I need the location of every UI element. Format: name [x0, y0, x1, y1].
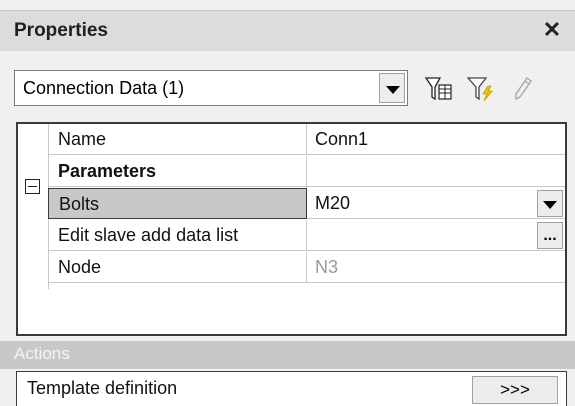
grid-gutter — [18, 124, 49, 289]
property-label: Node — [48, 252, 307, 283]
chevron-down-icon[interactable] — [537, 190, 563, 217]
filter-lightning-icon[interactable] — [466, 75, 496, 103]
actions-header-label: Actions — [14, 344, 70, 363]
property-row-name[interactable]: Name Conn1 — [48, 124, 565, 156]
group-value — [307, 156, 565, 187]
property-value[interactable]: Conn1 — [307, 124, 565, 155]
bolts-dropdown[interactable]: M20 — [307, 188, 565, 219]
property-value[interactable]: ... — [307, 220, 565, 251]
edit-pencil-icon[interactable] — [508, 75, 538, 103]
property-group-parameters[interactable]: Parameters — [48, 156, 565, 188]
panel-title: Properties — [14, 20, 108, 41]
property-value: M20 — [315, 193, 351, 213]
property-row-node[interactable]: Node N3 — [48, 252, 565, 284]
chevron-down-icon[interactable] — [379, 73, 405, 103]
template-definition-label: Template definition — [27, 378, 178, 398]
template-run-button[interactable]: >>> — [472, 376, 558, 404]
actions-list: Template definition >>> — [16, 371, 567, 406]
object-selector-dropdown[interactable]: Connection Data (1) — [14, 70, 408, 106]
filter-table-icon[interactable] — [424, 75, 454, 103]
property-row-bolts[interactable]: Bolts M20 — [48, 188, 565, 220]
property-grid: Name Conn1 Parameters Bolts M20 Edit sla… — [16, 122, 567, 336]
actions-section-header: Actions — [0, 341, 575, 369]
panel-title-bar: Properties ✕ — [0, 10, 575, 51]
object-selector-value: Connection Data (1) — [23, 78, 185, 98]
collapse-minus-icon[interactable] — [25, 179, 40, 194]
property-row-edit-slave[interactable]: Edit slave add data list ... — [48, 220, 565, 252]
properties-panel: Properties ✕ Connection Data (1) Name Co… — [0, 0, 575, 406]
group-label: Parameters — [48, 156, 307, 187]
ellipsis-button[interactable]: ... — [537, 222, 563, 249]
property-label: Bolts — [48, 188, 307, 219]
property-label: Edit slave add data list — [48, 220, 307, 251]
property-label: Name — [48, 124, 307, 155]
property-value: N3 — [307, 252, 565, 283]
close-icon: ✕ — [542, 17, 562, 42]
close-button[interactable]: ✕ — [539, 17, 565, 43]
